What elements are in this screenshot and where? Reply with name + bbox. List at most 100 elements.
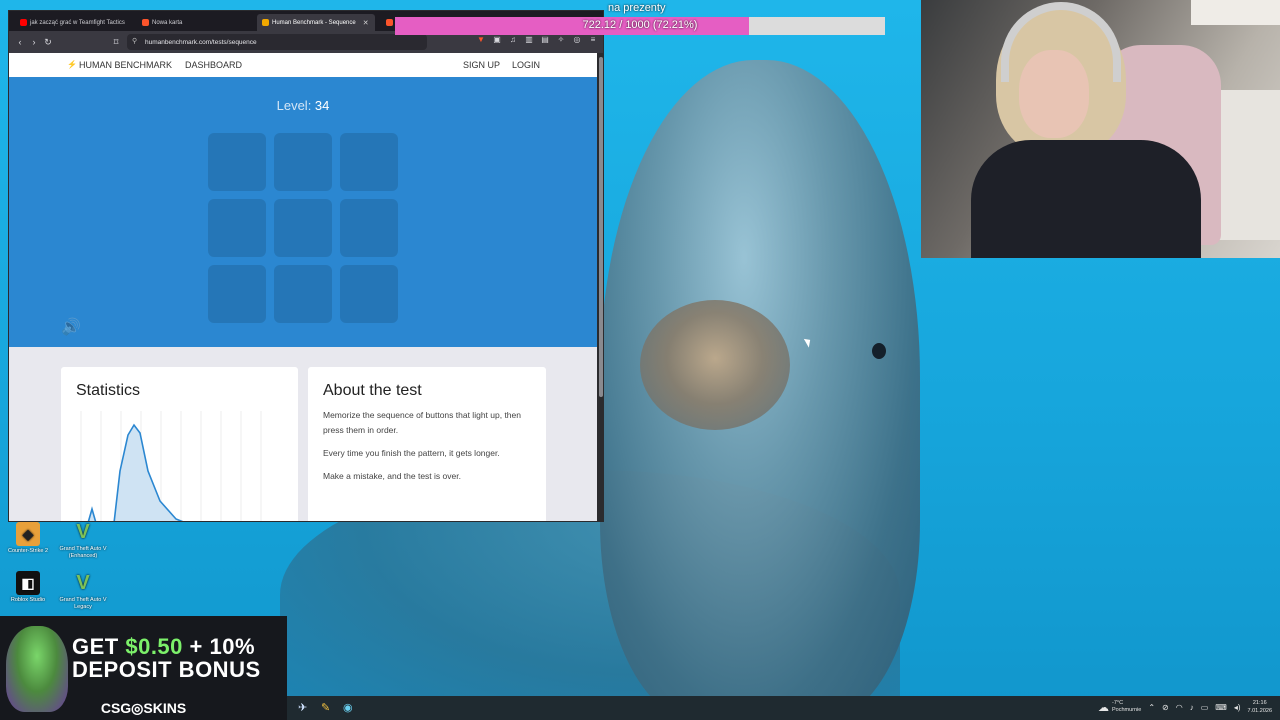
grid-square[interactable] xyxy=(340,265,398,323)
menu-icon[interactable]: ≡ xyxy=(587,35,599,44)
address-bar[interactable]: ⚲ humanbenchmark.com/tests/sequence xyxy=(127,34,427,50)
network-off-icon[interactable]: ⊘ xyxy=(1162,703,1169,712)
ad-suffix: + 10% xyxy=(182,634,256,659)
dashboard-link[interactable]: DASHBOARD xyxy=(185,60,242,70)
weather-text: -7°C Pochmurnie xyxy=(1112,700,1141,714)
login-link[interactable]: LOGIN xyxy=(512,60,540,70)
steam-icon[interactable]: ✈ xyxy=(298,701,307,714)
weather-temp: -7°C xyxy=(1111,700,1124,706)
sponsor-banner: GET $0.50 + 10% DEPOSIT BONUS CSG◎SKINS xyxy=(0,616,287,720)
dolphin-eye xyxy=(872,343,886,359)
globe-icon[interactable]: ◉ xyxy=(343,701,353,714)
tab-title: Human Benchmark - Sequence xyxy=(272,19,356,26)
cs2-icon: ◆ xyxy=(16,522,40,546)
goal-progress-bar: 722.12 / 1000 (72.21%) xyxy=(395,17,885,35)
about-line: Memorize the sequence of buttons that li… xyxy=(323,410,521,435)
gta5-icon: V xyxy=(76,520,90,543)
level-indicator: Level: 34 xyxy=(9,98,597,113)
site-info-icon[interactable]: ⚲ xyxy=(132,37,137,45)
tab-youtube[interactable]: jak zacząć grać w Teamfight Tactics xyxy=(15,14,133,31)
chevron-up-icon[interactable]: ⌃ xyxy=(1148,703,1155,712)
level-label: Level: xyxy=(276,98,315,113)
site-brand-link[interactable]: HUMAN BENCHMARK xyxy=(79,60,172,70)
sequence-grid xyxy=(208,133,400,325)
desktop-icon-gta-legacy[interactable]: V Grand Theft Auto V Legacy xyxy=(55,571,111,611)
desktop-icon-counter-strike[interactable]: ◆ Counter-Strike 2 xyxy=(0,522,56,555)
sequence-test-area: Level: 34 🔊 xyxy=(9,77,597,347)
roblox-icon: ◧ xyxy=(16,571,40,595)
weather-desc: Pochmurnie xyxy=(1111,707,1142,713)
grid-square[interactable] xyxy=(340,133,398,191)
human-benchmark-icon xyxy=(262,19,269,26)
grid-square[interactable] xyxy=(340,199,398,257)
keyboard-icon[interactable]: ⌨ xyxy=(1215,703,1227,712)
brave-icon xyxy=(142,19,149,26)
taskbar: ✈ ✎ ◉ ☁ -7°C Pochmurnie ⌃ ⊘ ◠ ♪ ▭ ⌨ ◂) 2… xyxy=(287,696,1280,720)
weather-widget[interactable]: ☁ -7°C Pochmurnie xyxy=(1098,700,1141,714)
webcam-feed xyxy=(921,0,1280,258)
wifi-icon[interactable]: ◠ xyxy=(1176,703,1183,712)
pen-icon[interactable]: ✎ xyxy=(321,701,330,714)
brave-icon xyxy=(386,19,393,26)
speaker-icon[interactable]: 🔊 xyxy=(61,317,81,337)
ad-prefix: GET xyxy=(72,634,126,659)
desktop-icon-label: Roblox Studio xyxy=(10,597,46,603)
browser-window: jak zacząć grać w Teamfight Tactics Nowa… xyxy=(8,10,604,522)
forward-icon[interactable]: › xyxy=(27,37,41,47)
volume-icon[interactable]: ◂) xyxy=(1234,703,1241,712)
dolphin-snout xyxy=(640,300,790,430)
desktop-icon-label: Counter-Strike 2 xyxy=(7,548,49,554)
tab-human-benchmark[interactable]: Human Benchmark - Sequence ✕ xyxy=(257,14,375,31)
bookmark-icon[interactable]: ⌑ xyxy=(109,37,123,48)
music-icon[interactable]: ♫ xyxy=(507,35,519,44)
sidebar-icon[interactable]: ▥ xyxy=(523,35,535,44)
desktop-icon-roblox-studio[interactable]: ◧ Roblox Studio xyxy=(0,571,56,604)
statistics-chart xyxy=(80,411,262,521)
back-icon[interactable]: ‹ xyxy=(13,37,27,47)
about-card: About the test Memorize the sequence of … xyxy=(308,367,546,521)
ad-brand: CSG◎SKINS xyxy=(100,700,187,716)
site-header: ⚡ HUMAN BENCHMARK DASHBOARD SIGN UP LOGI… xyxy=(9,53,597,77)
web-page: ⚡ HUMAN BENCHMARK DASHBOARD SIGN UP LOGI… xyxy=(9,53,597,521)
webcam-shelf xyxy=(1191,0,1280,25)
clock-date: 7.01.2026 xyxy=(1247,708,1272,714)
grid-square[interactable] xyxy=(274,199,332,257)
grid-square[interactable] xyxy=(208,199,266,257)
about-title: About the test xyxy=(323,382,422,399)
cloud-icon: ☁ xyxy=(1097,701,1109,714)
signup-link[interactable]: SIGN UP xyxy=(463,60,500,70)
grid-square[interactable] xyxy=(274,133,332,191)
headset-icon xyxy=(1001,2,1121,82)
goal-label: na prezenty xyxy=(608,2,666,14)
system-tray: ☁ -7°C Pochmurnie ⌃ ⊘ ◠ ♪ ▭ ⌨ ◂) 21:16 7… xyxy=(1098,699,1272,715)
display-icon[interactable]: ▭ xyxy=(1201,703,1209,712)
close-icon[interactable]: ✕ xyxy=(363,19,369,27)
vpn-icon[interactable]: ◎ xyxy=(571,35,583,44)
tab-new-tab[interactable]: Nowa karta xyxy=(137,14,255,31)
grid-square[interactable] xyxy=(208,133,266,191)
desktop-icon-gta-enhanced[interactable]: V Grand Theft Auto V (Enhanced) xyxy=(55,520,111,560)
desktop-icon-label: Grand Theft Auto V Legacy xyxy=(59,597,107,610)
ai-icon[interactable]: ✧ xyxy=(555,35,567,44)
clock[interactable]: 21:16 7.01.2026 xyxy=(1248,699,1272,715)
about-line: Every time you finish the pattern, it ge… xyxy=(323,448,500,458)
desktop-icon-label: Grand Theft Auto V (Enhanced) xyxy=(59,546,107,559)
about-line: Make a mistake, and the test is over. xyxy=(323,471,461,481)
microphone-icon[interactable]: ♪ xyxy=(1190,703,1194,712)
clock-time: 21:16 xyxy=(1252,700,1267,706)
tab-title: Nowa karta xyxy=(152,19,183,26)
extension-icon[interactable]: ▣ xyxy=(491,35,503,44)
brave-shields-icon[interactable]: ▼ xyxy=(475,35,487,44)
statistics-card: Statistics xyxy=(61,367,298,521)
statistics-title: Statistics xyxy=(76,382,141,399)
reload-icon[interactable]: ↻ xyxy=(41,37,55,48)
gta5-icon: V xyxy=(76,571,90,594)
wallet-icon[interactable]: ▤ xyxy=(539,35,551,44)
scrollbar[interactable] xyxy=(597,53,603,521)
webcam-streamer-body xyxy=(971,140,1201,258)
grid-square[interactable] xyxy=(208,265,266,323)
ad-amount: $0.50 xyxy=(125,634,183,659)
scrollbar-thumb[interactable] xyxy=(599,57,603,397)
url-text: humanbenchmark.com/tests/sequence xyxy=(145,38,257,46)
grid-square[interactable] xyxy=(274,265,332,323)
